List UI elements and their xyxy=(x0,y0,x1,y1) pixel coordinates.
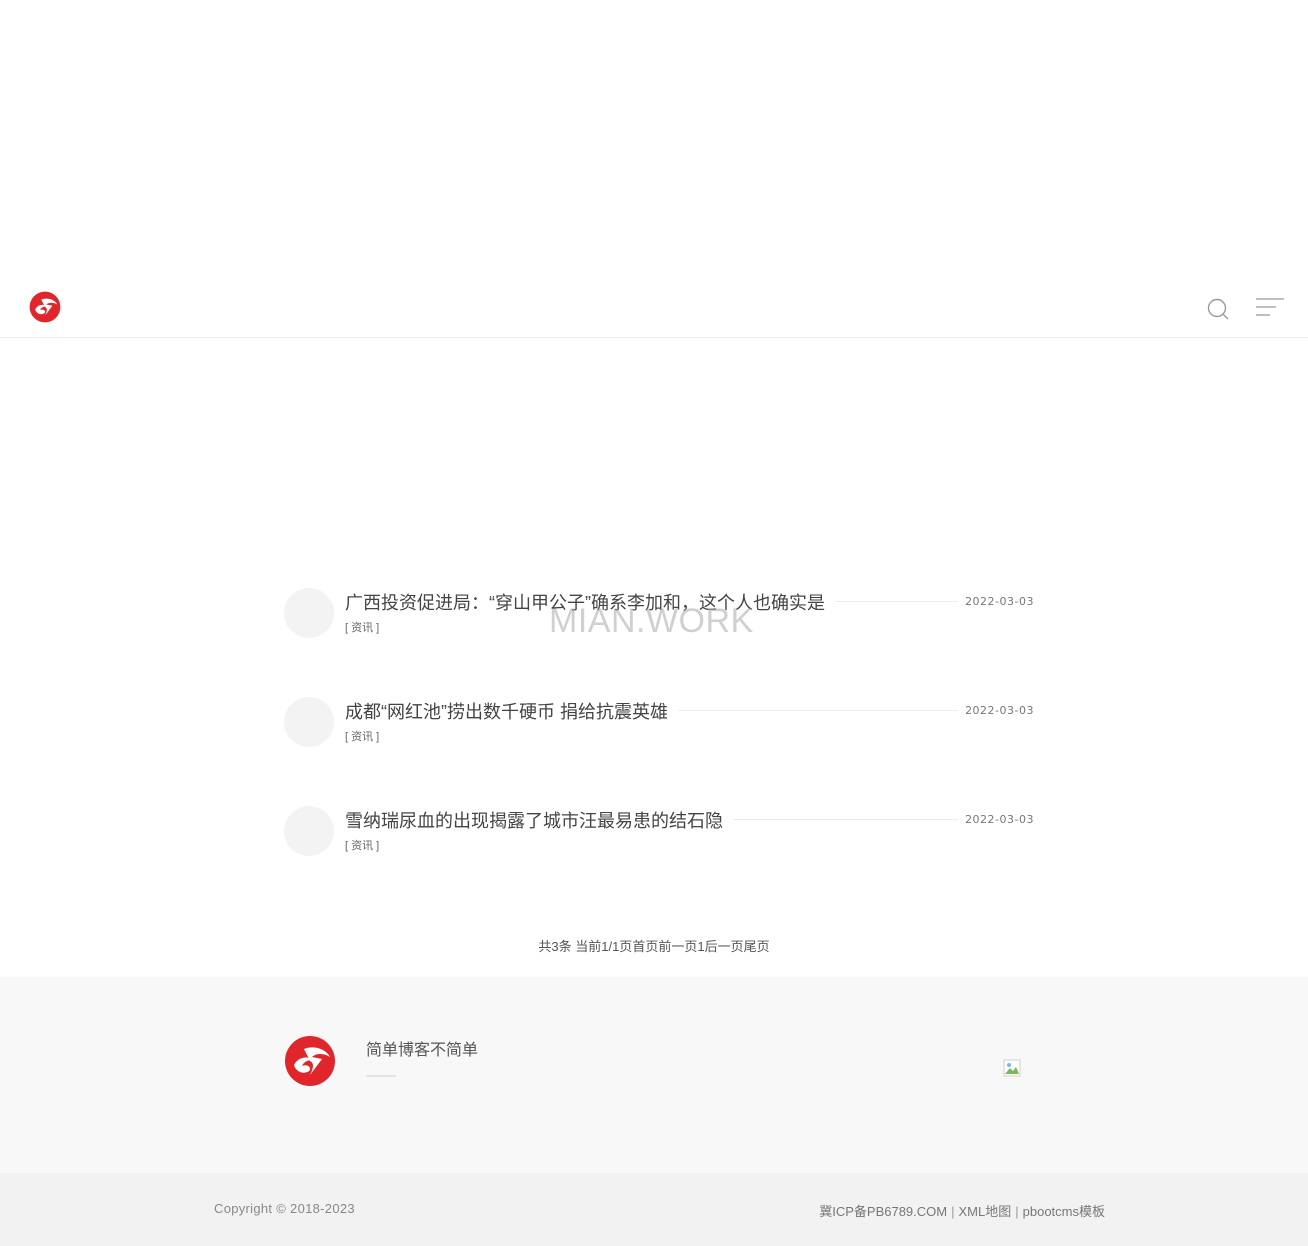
article-title[interactable]: 雪纳瑞尿血的出现揭露了城市汪最易患的结石隐 xyxy=(345,807,733,833)
pagination-next-link[interactable]: 后一页 xyxy=(705,939,744,954)
article-title[interactable]: 成都“网红池”捞出数千硬币 捐给抗震英雄 xyxy=(345,698,678,724)
brand-logo[interactable] xyxy=(29,291,61,323)
slogan-underline xyxy=(366,1075,396,1077)
article-category[interactable]: [ 资讯 ] xyxy=(345,837,379,853)
copyright-text: Copyright © 2018-2023 xyxy=(214,1201,355,1216)
footer-separator: | xyxy=(951,1204,955,1219)
list-item[interactable]: 雪纳瑞尿血的出现揭露了城市汪最易患的结石隐 2022-03-03 [ 资讯 ] xyxy=(284,804,1036,913)
pagination-total: 共3条 xyxy=(538,939,572,954)
search-icon[interactable] xyxy=(1206,297,1230,321)
pagination-page-1[interactable]: 1 xyxy=(697,939,704,954)
broken-image-icon xyxy=(1003,1059,1021,1077)
site-header xyxy=(0,278,1308,338)
footer-separator: | xyxy=(1015,1204,1019,1219)
menu-icon[interactable] xyxy=(1256,297,1284,317)
pagination-last-link[interactable]: 尾页 xyxy=(744,939,770,954)
article-date: 2022-03-03 xyxy=(965,813,1034,826)
footer-slogan: 简单博客不简单 xyxy=(366,1042,479,1059)
pagination: 共3条 当前1/1页首页前一页1后一页尾页 xyxy=(0,936,1308,955)
pagination-current: 当前1/1页 xyxy=(575,939,633,954)
article-thumbnail[interactable] xyxy=(284,588,334,638)
footer-top: 简单博客不简单 xyxy=(0,977,1308,1173)
sitemap-link[interactable]: XML地图 xyxy=(959,1204,1012,1219)
footer-bottom: Copyright © 2018-2023 冀ICP备PB6789.COM | XM… xyxy=(0,1173,1308,1246)
footer-brand-logo xyxy=(285,1036,335,1086)
footer-links: 冀ICP备PB6789.COM | XML地图 | pbootcms模板 xyxy=(819,1201,1105,1220)
pagination-prev-link[interactable]: 前一页 xyxy=(658,939,697,954)
article-category[interactable]: [ 资讯 ] xyxy=(345,728,379,744)
article-date: 2022-03-03 xyxy=(965,595,1034,608)
article-category[interactable]: [ 资讯 ] xyxy=(345,619,379,635)
article-thumbnail[interactable] xyxy=(284,697,334,747)
pagination-first-link[interactable]: 首页 xyxy=(632,939,658,954)
template-link[interactable]: pbootcms模板 xyxy=(1023,1204,1105,1219)
watermark: MIAN.WORK xyxy=(549,602,754,640)
article-thumbnail[interactable] xyxy=(284,806,334,856)
icp-link[interactable]: 冀ICP备PB6789.COM xyxy=(819,1204,947,1219)
article-date: 2022-03-03 xyxy=(965,704,1034,717)
list-item[interactable]: 成都“网红池”捞出数千硬币 捐给抗震英雄 2022-03-03 [ 资讯 ] xyxy=(284,695,1036,804)
